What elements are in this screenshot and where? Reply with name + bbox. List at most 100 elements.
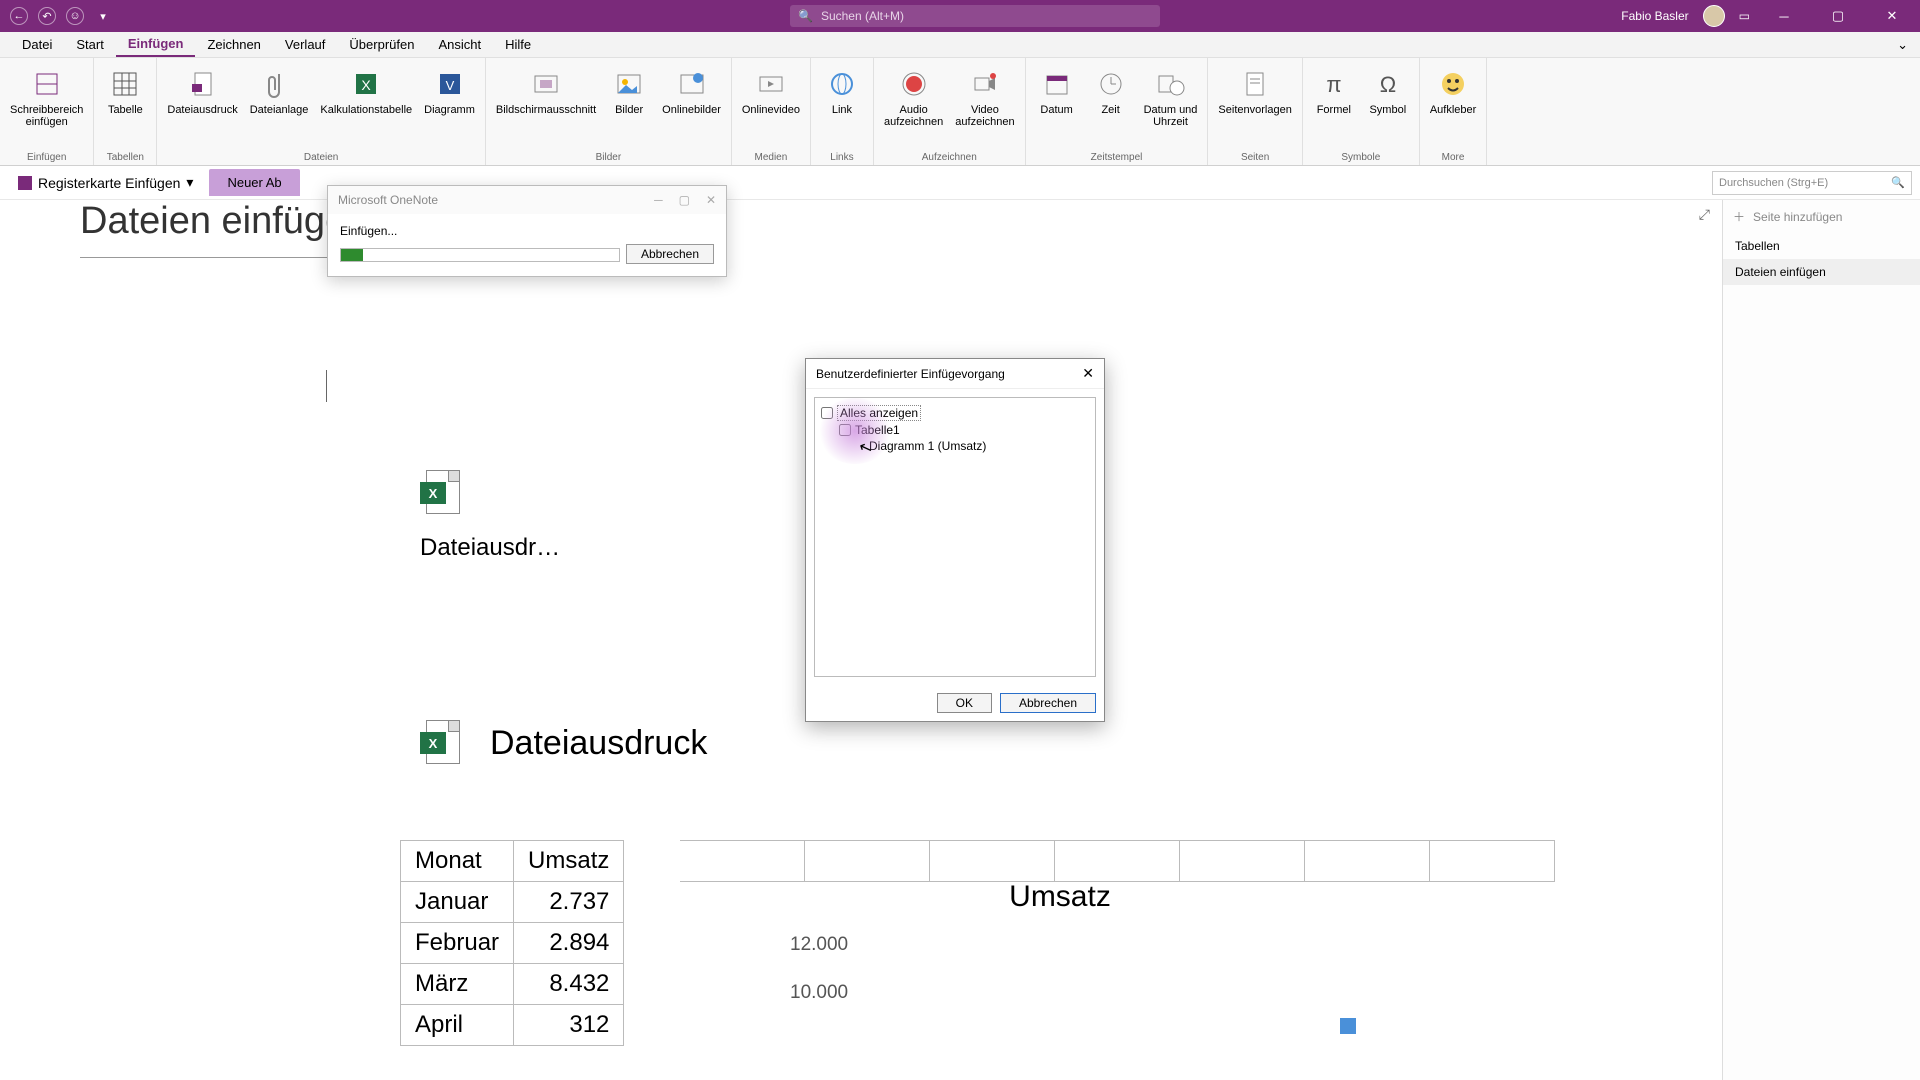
tab-hilfe[interactable]: Hilfe <box>493 33 543 56</box>
tab-ueberpruefen[interactable]: Überprüfen <box>337 33 426 56</box>
ribbon-label: Link <box>832 104 852 116</box>
ribbon-label: Dateianlage <box>250 104 309 116</box>
file-printout-1[interactable]: X Dateiausdr… <box>420 470 560 562</box>
ribbon-insert-space[interactable]: Schreibbereich einfügen <box>6 62 87 150</box>
file-printout-icon <box>187 68 219 100</box>
ribbon-video[interactable]: Onlinevideo <box>738 62 804 150</box>
ribbon-datetime[interactable]: Datum und Uhrzeit <box>1140 62 1202 150</box>
file-printout-2[interactable]: X Dateiausdruck <box>420 720 707 766</box>
link-icon <box>826 68 858 100</box>
ribbon-group-label: Einfügen <box>6 150 87 163</box>
maximize-button[interactable]: ▢ <box>1818 0 1858 32</box>
checkbox-all[interactable] <box>821 407 833 419</box>
custom-insert-dialog: Benutzerdefinierter Einfügevorgang ✕ All… <box>805 358 1105 722</box>
title-bar: ← ↶ ☺ ▾ Dateien einfügen - OneNote 🔍 Suc… <box>0 0 1920 32</box>
ribbon-label: Bildschirmausschnitt <box>496 104 596 116</box>
ribbon-label: Audio aufzeichnen <box>884 104 943 128</box>
ribbon-audio[interactable]: Audio aufzeichnen <box>880 62 947 150</box>
close-icon[interactable]: ✕ <box>1082 365 1094 382</box>
video-rec-icon <box>969 68 1001 100</box>
page-item-dateien[interactable]: Dateien einfügen <box>1723 259 1920 285</box>
page-title[interactable]: Dateien einfügen <box>80 200 1720 243</box>
ribbon-display-icon[interactable]: ▭ <box>1739 9 1750 23</box>
tab-einfuegen[interactable]: Einfügen <box>116 32 196 57</box>
ribbon-group-label: Bilder <box>492 150 725 163</box>
close-icon[interactable]: ✕ <box>706 193 716 207</box>
table-empty-cells <box>680 840 1555 882</box>
checkbox-tabelle1[interactable] <box>839 424 851 436</box>
page-item-tabellen[interactable]: Tabellen <box>1723 233 1920 259</box>
ribbon-label: Formel <box>1317 104 1351 116</box>
maximize-icon[interactable]: ▢ <box>679 193 690 207</box>
page-list: ＋ Seite hinzufügen Tabellen Dateien einf… <box>1722 200 1920 1080</box>
ok-button[interactable]: OK <box>937 693 992 713</box>
ribbon-label: Datum <box>1040 104 1072 116</box>
ribbon-symbol[interactable]: Ω Symbol <box>1363 62 1413 150</box>
ribbon-attachment[interactable]: Dateianlage <box>246 62 313 150</box>
ribbon-label: Aufkleber <box>1430 104 1476 116</box>
table-row: März8.432 <box>401 964 624 1005</box>
cancel-button[interactable]: Abbrechen <box>1000 693 1096 713</box>
screenshot-icon <box>530 68 562 100</box>
section-tab[interactable]: Neuer Ab <box>209 169 299 196</box>
chart-legend-swatch <box>1340 1018 1356 1034</box>
ribbon-screenshot[interactable]: Bildschirmausschnitt <box>492 62 600 150</box>
ribbon-label: Datum und Uhrzeit <box>1144 104 1198 128</box>
y-tick: 12.000 <box>790 934 1360 956</box>
ribbon-label: Diagramm <box>424 104 475 116</box>
tab-zeichnen[interactable]: Zeichnen <box>195 33 272 56</box>
minimize-button[interactable]: ─ <box>1764 0 1804 32</box>
search-placeholder: Suchen (Alt+M) <box>821 9 904 23</box>
close-button[interactable]: ✕ <box>1872 0 1912 32</box>
ribbon-group-label: Medien <box>738 150 804 163</box>
tree-item[interactable]: Tabelle1 <box>855 423 900 437</box>
excel-icon: X <box>420 720 460 766</box>
minimize-icon[interactable]: ─ <box>654 193 663 207</box>
ribbon-diagram[interactable]: V Diagramm <box>420 62 479 150</box>
notebook-selector[interactable]: Registerkarte Einfügen ▾ <box>8 170 203 195</box>
ribbon-table[interactable]: Tabelle <box>100 62 150 150</box>
spreadsheet-icon: X <box>350 68 382 100</box>
ribbon-pictures[interactable]: Bilder <box>604 62 654 150</box>
insert-space-icon <box>31 68 63 100</box>
insert-tree[interactable]: Alles anzeigen Tabelle1 Diagramm 1 (Umsa… <box>814 397 1096 677</box>
ribbon-time[interactable]: Zeit <box>1086 62 1136 150</box>
undo-icon[interactable]: ↶ <box>38 7 56 25</box>
collapse-ribbon-icon[interactable]: ⌄ <box>1897 37 1908 53</box>
touch-icon[interactable]: ☺ <box>66 7 84 25</box>
ribbon-group-label: More <box>1426 150 1480 163</box>
tab-datei[interactable]: Datei <box>10 33 64 56</box>
date-icon <box>1041 68 1073 100</box>
ribbon-date[interactable]: Datum <box>1032 62 1082 150</box>
ribbon-file-printout[interactable]: Dateiausdruck <box>163 62 241 150</box>
ribbon-label: Video aufzeichnen <box>955 104 1014 128</box>
ribbon-video-rec[interactable]: Video aufzeichnen <box>951 62 1018 150</box>
tree-root[interactable]: Alles anzeigen <box>837 405 921 421</box>
ribbon-templates[interactable]: Seitenvorlagen <box>1214 62 1295 150</box>
user-avatar[interactable] <box>1703 5 1725 27</box>
ribbon-link[interactable]: Link <box>817 62 867 150</box>
page-search[interactable]: Durchsuchen (Strg+E) 🔍 <box>1712 171 1912 195</box>
equation-icon: π <box>1318 68 1350 100</box>
plus-icon: ＋ <box>1733 208 1745 225</box>
tab-start[interactable]: Start <box>64 33 115 56</box>
svg-text:Ω: Ω <box>1380 72 1396 97</box>
dialog-title: Benutzerdefinierter Einfügevorgang <box>816 367 1005 381</box>
tab-verlauf[interactable]: Verlauf <box>273 33 337 56</box>
qat-dropdown-icon[interactable]: ▾ <box>94 7 112 25</box>
tree-item[interactable]: Diagramm 1 (Umsatz) <box>869 439 986 453</box>
diagram-icon: V <box>434 68 466 100</box>
add-page-button[interactable]: ＋ Seite hinzufügen <box>1723 200 1920 233</box>
ribbon-sticker[interactable]: Aufkleber <box>1426 62 1480 150</box>
ribbon: Schreibbereich einfügenEinfügenTabelleTa… <box>0 58 1920 166</box>
cancel-button[interactable]: Abbrechen <box>626 244 714 264</box>
user-name[interactable]: Fabio Basler <box>1621 9 1688 23</box>
pictures-icon <box>613 68 645 100</box>
tab-ansicht[interactable]: Ansicht <box>426 33 493 56</box>
ribbon-online-pictures[interactable]: Onlinebilder <box>658 62 725 150</box>
ribbon-spreadsheet[interactable]: XKalkulationstabelle <box>316 62 416 150</box>
ribbon-equation[interactable]: π Formel <box>1309 62 1359 150</box>
ribbon-label: Symbol <box>1369 104 1406 116</box>
search-box[interactable]: 🔍 Suchen (Alt+M) <box>790 5 1160 27</box>
back-icon[interactable]: ← <box>10 7 28 25</box>
